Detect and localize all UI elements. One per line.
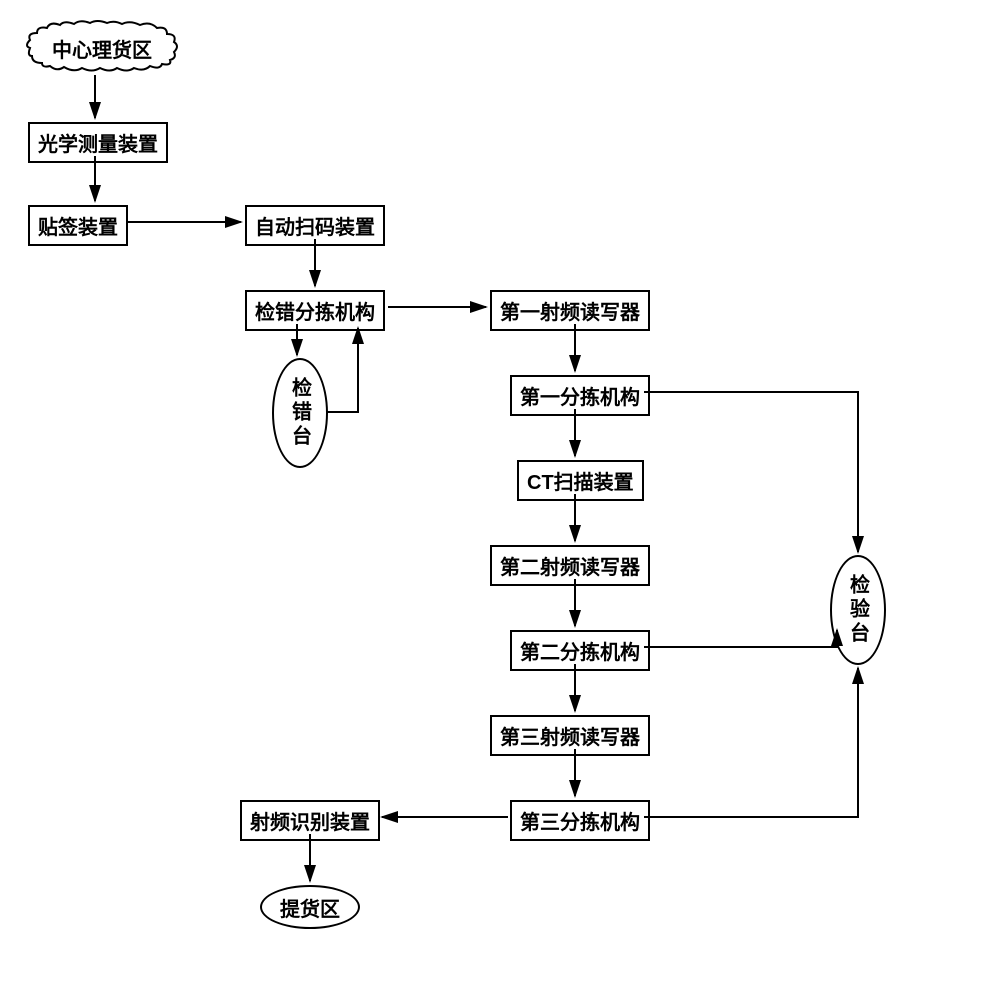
box-sort2: 第二分拣机构 [510, 630, 650, 671]
box-label: 第二射频读写器 [500, 557, 640, 579]
ellipse-label: 检错台 [286, 377, 315, 449]
box-label: CT扫描装置 [527, 472, 634, 494]
box-ct: CT扫描装置 [517, 460, 644, 501]
box-auto-scan: 自动扫码装置 [245, 205, 385, 246]
box-label: 第三射频读写器 [500, 727, 640, 749]
box-sort3: 第三分拣机构 [510, 800, 650, 841]
box-rfid: 射频识别装置 [240, 800, 380, 841]
box-label: 第三分拣机构 [520, 812, 640, 834]
box-optical: 光学测量装置 [28, 122, 168, 163]
box-rf1: 第一射频读写器 [490, 290, 650, 331]
box-label: 检错分拣机构 [255, 302, 375, 324]
box-label: 贴签装置 [38, 217, 118, 239]
box-label: 自动扫码装置 [255, 217, 375, 239]
ellipse-inspect: 检验台 [830, 555, 886, 665]
cloud-central-tally: 中心理货区 [22, 18, 182, 78]
box-label-device: 贴签装置 [28, 205, 128, 246]
box-error-sort: 检错分拣机构 [245, 290, 385, 331]
ellipse-label: 提货区 [280, 893, 340, 922]
box-label: 第一分拣机构 [520, 387, 640, 409]
ellipse-pickup: 提货区 [260, 885, 360, 929]
box-rf2: 第二射频读写器 [490, 545, 650, 586]
ellipse-error-station: 检错台 [272, 358, 328, 468]
box-label: 光学测量装置 [38, 134, 158, 156]
box-label: 射频识别装置 [250, 812, 370, 834]
box-sort1: 第一分拣机构 [510, 375, 650, 416]
ellipse-label: 检验台 [844, 574, 873, 646]
box-label: 第二分拣机构 [520, 642, 640, 664]
box-label: 第一射频读写器 [500, 302, 640, 324]
cloud-label: 中心理货区 [52, 34, 152, 63]
box-rf3: 第三射频读写器 [490, 715, 650, 756]
flowchart-canvas: 中心理货区 光学测量装置 贴签装置 自动扫码装置 检错分拣机构 检错台 第一射频… [0, 0, 1000, 997]
